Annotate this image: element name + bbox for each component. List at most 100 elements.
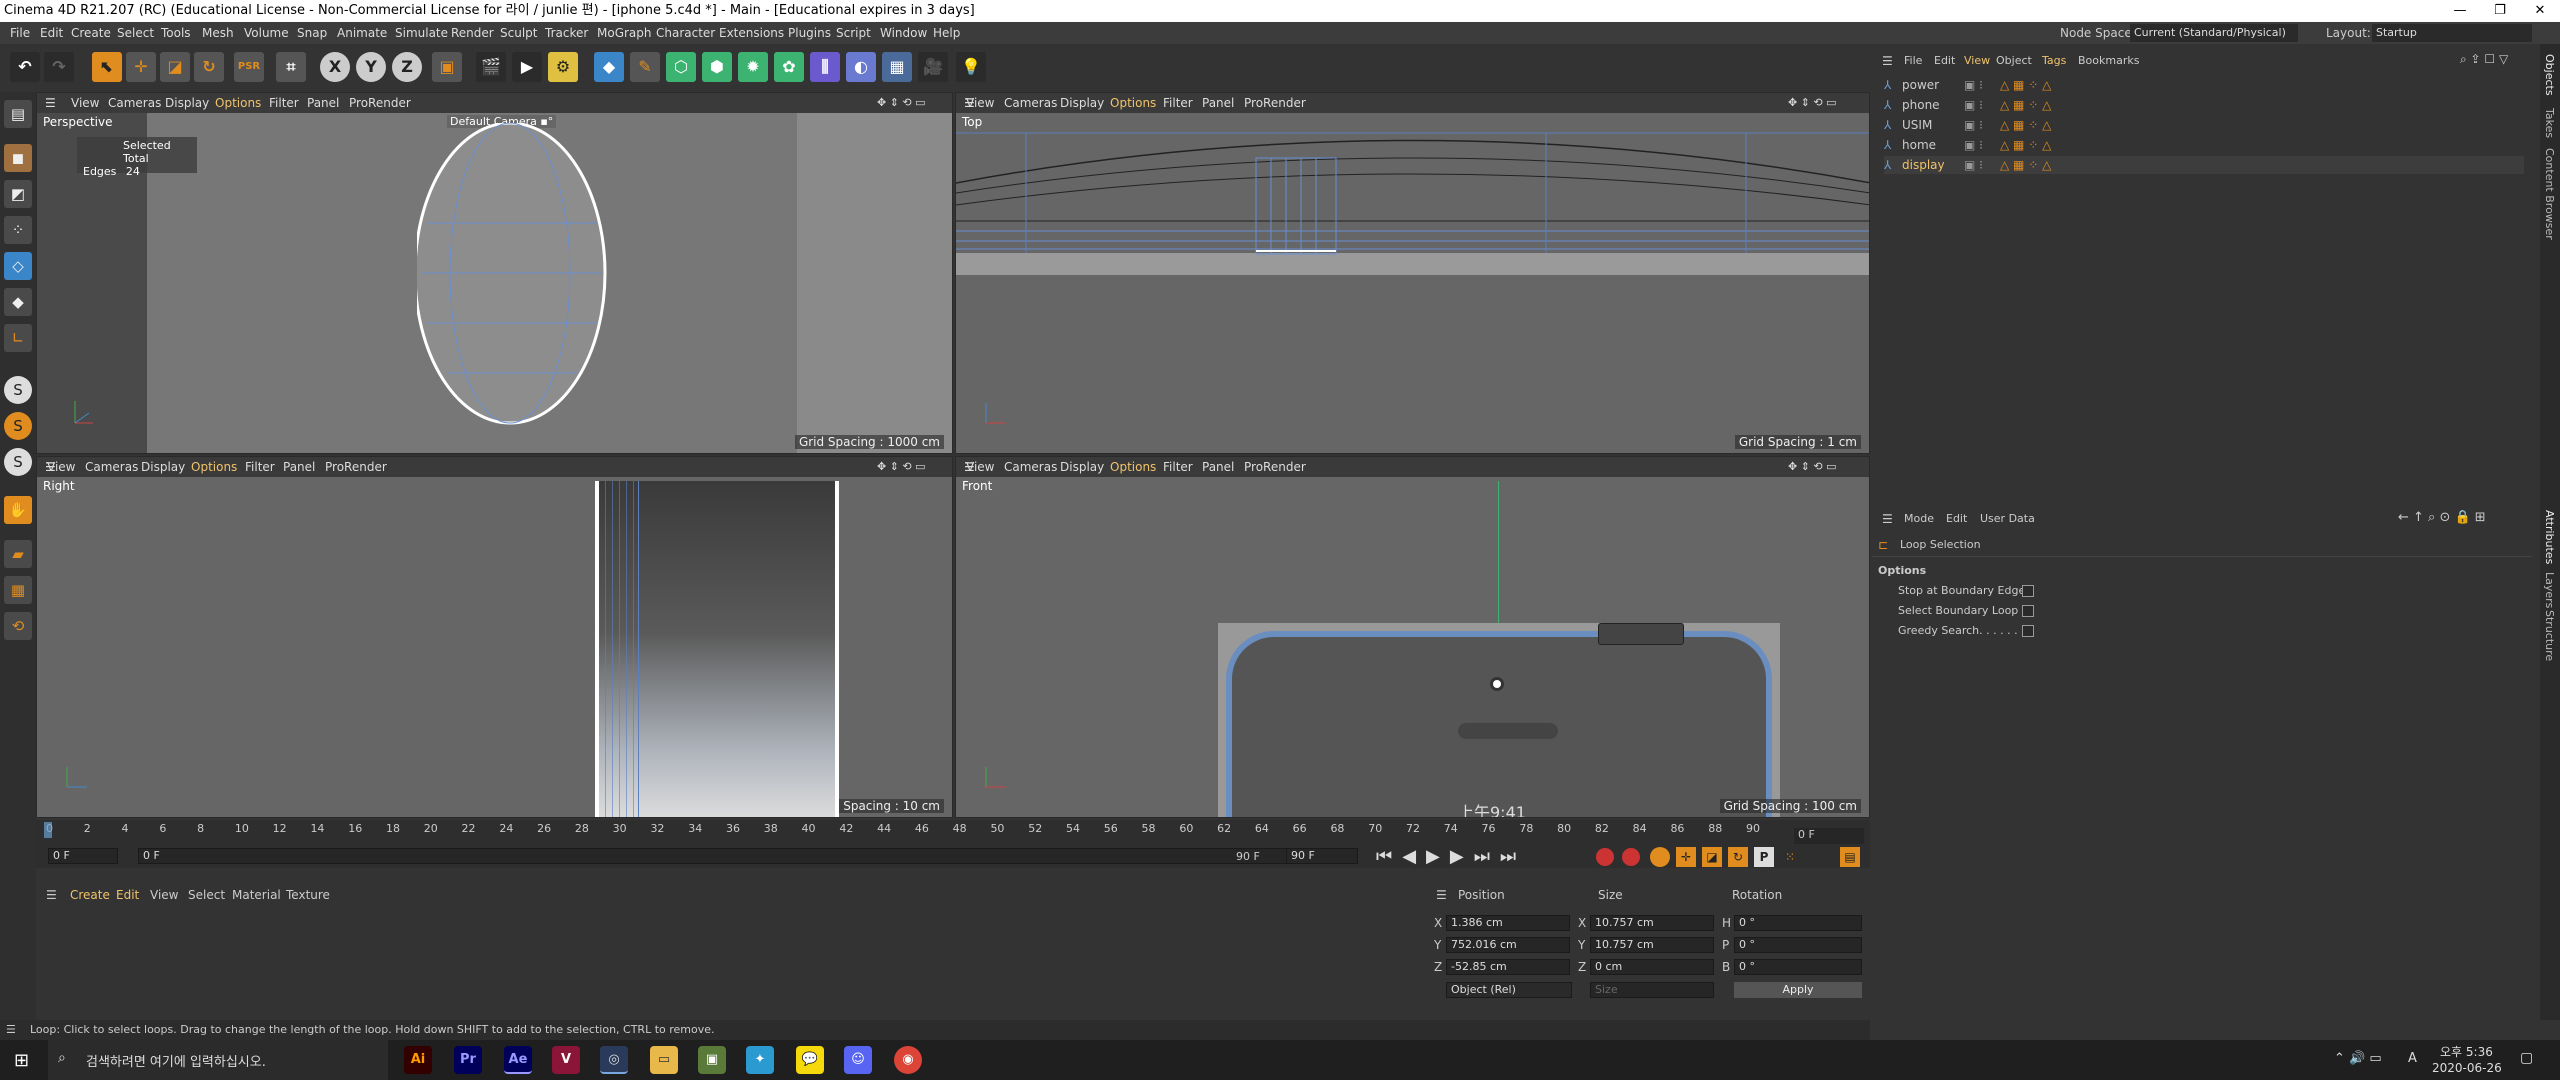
- menu-extensions[interactable]: Extensions: [719, 22, 784, 44]
- vp-menu-view[interactable]: View: [71, 93, 99, 113]
- greedy-search-checkbox[interactable]: [2022, 625, 2034, 637]
- make-editable-icon[interactable]: ▤: [4, 100, 32, 128]
- attr-menu-mode[interactable]: Mode: [1904, 512, 1934, 525]
- undo-icon[interactable]: ↶: [10, 52, 40, 82]
- autokey-icon[interactable]: [1622, 848, 1640, 866]
- minimize-icon[interactable]: —: [2440, 0, 2480, 22]
- tab-attributes[interactable]: Attributes: [2543, 510, 2556, 564]
- render-settings-icon[interactable]: ⚙: [548, 52, 578, 82]
- planar-workplane-icon[interactable]: ⟲: [4, 612, 32, 640]
- live-selection-icon[interactable]: ⌗: [276, 52, 306, 82]
- vp-menu-cameras[interactable]: Cameras: [85, 457, 138, 477]
- menu-snap[interactable]: Snap: [297, 22, 327, 44]
- select-tool-icon[interactable]: ⬉: [92, 52, 122, 82]
- coords-menu-icon[interactable]: ☰: [1436, 888, 1447, 902]
- menu-sculpt[interactable]: Sculpt: [500, 22, 537, 44]
- object-name[interactable]: USIM: [1902, 116, 1932, 134]
- object-row[interactable]: ⅄ power ▣ ⁝ △ ▦ ⁘ △: [1884, 76, 2524, 94]
- tab-structure[interactable]: Structure: [2543, 610, 2556, 661]
- record-keys-icon[interactable]: [1596, 848, 1614, 866]
- playback-controls[interactable]: ⏮◀▶▶⏭⏭: [1376, 846, 1526, 867]
- menu-tools[interactable]: Tools: [161, 22, 191, 44]
- key-scale-icon[interactable]: ◪: [1702, 847, 1722, 867]
- objects-menu-icon[interactable]: ☰: [1882, 54, 1893, 68]
- end-frame-field[interactable]: 90 F: [1286, 848, 1358, 864]
- vp-menu-cameras[interactable]: Cameras: [1004, 457, 1057, 477]
- attr-nav-icons[interactable]: ← ↑ ⌕ ⊙ 🔒 ⊞: [2398, 510, 2486, 525]
- menu-render[interactable]: Render: [451, 22, 494, 44]
- vp-menu-display[interactable]: Display: [1060, 93, 1104, 113]
- key-position-icon[interactable]: ✛: [1676, 847, 1696, 867]
- workplane-snap-icon[interactable]: S: [4, 448, 32, 476]
- key-param-icon[interactable]: P: [1754, 847, 1774, 867]
- preview-range[interactable]: 0 F: [138, 848, 1298, 864]
- viewport-nav-icons[interactable]: ✥ ⇕ ⟲ ▭: [877, 457, 926, 477]
- objects-menu-tags[interactable]: Tags: [2042, 54, 2066, 67]
- locked-workplane-icon[interactable]: ▦: [4, 576, 32, 604]
- deformer-icon[interactable]: ✹: [738, 52, 768, 82]
- edges-mode-icon[interactable]: ◇: [4, 252, 32, 280]
- material-menu-view[interactable]: View: [150, 888, 178, 902]
- playhead[interactable]: [44, 822, 52, 838]
- tab-content-browser[interactable]: Content Browser: [2543, 148, 2556, 240]
- render-view-icon[interactable]: ▶: [512, 52, 542, 82]
- object-row[interactable]: ⅄ USIM ▣ ⁝ △ ▦ ⁘ △: [1884, 116, 2524, 134]
- vp-menu-filter[interactable]: Filter: [245, 457, 275, 477]
- object-name[interactable]: power: [1902, 76, 1939, 94]
- rotate-tool-icon[interactable]: ↻: [194, 52, 224, 82]
- position-x-field[interactable]: 1.386 cm: [1446, 915, 1570, 931]
- menu-plugins[interactable]: Plugins: [788, 22, 831, 44]
- nodespace-select[interactable]: Current (Standard/Physical): [2130, 24, 2298, 42]
- vp-menu-prorender[interactable]: ProRender: [325, 457, 387, 477]
- vp-menu-options[interactable]: Options: [191, 457, 237, 477]
- snap-settings-icon[interactable]: S: [4, 412, 32, 440]
- scale-tool-icon[interactable]: ◪: [160, 52, 190, 82]
- move-tool-icon[interactable]: ✛: [126, 52, 156, 82]
- texture-mode-icon[interactable]: ◩: [4, 180, 32, 208]
- viewport-nav-icons[interactable]: ✥ ⇕ ⟲ ▭: [877, 93, 926, 113]
- objects-menu-object[interactable]: Object: [1996, 54, 2032, 67]
- vp-menu-view[interactable]: View: [966, 93, 994, 113]
- size-mode-select[interactable]: Size: [1590, 982, 1714, 998]
- stop-boundary-checkbox[interactable]: [2022, 585, 2034, 597]
- vp-menu-view[interactable]: View: [47, 457, 75, 477]
- vp-menu-display[interactable]: Display: [141, 457, 185, 477]
- status-menu-icon[interactable]: ☰: [6, 1020, 16, 1040]
- object-name[interactable]: display: [1902, 156, 1945, 174]
- menu-window[interactable]: Window: [880, 22, 927, 44]
- menu-mesh[interactable]: Mesh: [202, 22, 234, 44]
- vp-menu-options[interactable]: Options: [1110, 457, 1156, 477]
- close-icon[interactable]: ✕: [2520, 0, 2560, 22]
- array-icon[interactable]: ⬢: [702, 52, 732, 82]
- keyframe-selection-icon[interactable]: [1650, 847, 1670, 867]
- viewport-right[interactable]: ☰ View Cameras Display Options Filter Pa…: [36, 456, 953, 818]
- visibility-icon[interactable]: ▣ ⁝: [1964, 136, 1983, 154]
- vp-menu-view[interactable]: View: [966, 457, 994, 477]
- brush-icon[interactable]: ✋: [4, 496, 32, 524]
- tray-icons[interactable]: ⌃ 🔊 ▭: [2334, 1051, 2382, 1066]
- visibility-icon[interactable]: ▣ ⁝: [1964, 96, 1983, 114]
- points-mode-icon[interactable]: ⁘: [4, 216, 32, 244]
- rotation-h-field[interactable]: 0 °: [1734, 915, 1862, 931]
- material-menu-material[interactable]: Material: [232, 888, 281, 902]
- workplane-icon[interactable]: ▰: [4, 540, 32, 568]
- vp-menu-panel[interactable]: Panel: [307, 93, 339, 113]
- start-frame-field[interactable]: 0 F: [48, 848, 118, 864]
- menu-simulate[interactable]: Simulate: [395, 22, 448, 44]
- light-icon[interactable]: 💡: [956, 52, 986, 82]
- rotation-p-field[interactable]: 0 °: [1734, 937, 1862, 953]
- axis-z-icon[interactable]: Z: [392, 52, 422, 82]
- attr-menu-edit[interactable]: Edit: [1946, 512, 1967, 525]
- material-menu-select[interactable]: Select: [188, 888, 225, 902]
- menu-file[interactable]: File: [10, 22, 30, 44]
- timeline-ruler[interactable]: 0246810121416182022242628303234363840424…: [44, 822, 1826, 838]
- size-z-field[interactable]: 0 cm: [1590, 959, 1714, 975]
- coordinate-mode-select[interactable]: Object (Rel): [1446, 982, 1572, 998]
- redo-icon[interactable]: ↷: [44, 52, 74, 82]
- objects-menu-view[interactable]: View: [1964, 54, 1990, 67]
- cinema4d-icon[interactable]: ◎: [600, 1046, 628, 1074]
- vp-menu-prorender[interactable]: ProRender: [349, 93, 411, 113]
- coordinate-system-icon[interactable]: ▣: [432, 52, 462, 82]
- objects-search-icon[interactable]: ⌕ ⇪ ☐ ▽: [2460, 52, 2508, 67]
- position-z-field[interactable]: -52.85 cm: [1446, 959, 1570, 975]
